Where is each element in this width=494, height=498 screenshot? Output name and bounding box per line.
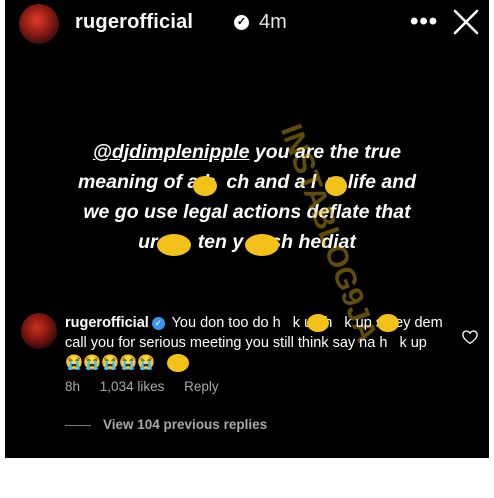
mention-link[interactable]: @djdimplenipple — [93, 141, 250, 163]
replies-divider — [65, 424, 91, 426]
story-username[interactable]: rugerofficial — [75, 11, 193, 34]
censor-blob — [245, 234, 279, 256]
censor-blob — [157, 234, 191, 256]
comment-item: rugerofficial✓ You don too do h k up h k… — [5, 307, 489, 427]
story-line-3: we go use legal actions deflate that — [83, 201, 411, 223]
comment-avatar[interactable] — [21, 313, 57, 349]
comment-likes[interactable]: 1,034 likes — [100, 379, 165, 394]
verified-badge-icon: ✓ — [151, 316, 165, 330]
censor-blob — [307, 314, 329, 332]
censor-blob — [325, 176, 347, 196]
comment-meta: 8h 1,034 likes Reply — [65, 379, 235, 394]
reply-button[interactable]: Reply — [184, 379, 219, 394]
comment-username[interactable]: rugerofficial — [65, 315, 149, 331]
verified-badge-icon: ✓ — [234, 15, 249, 30]
more-options-icon[interactable]: ••• — [410, 8, 438, 36]
view-replies-label[interactable]: View 104 previous replies — [103, 417, 267, 432]
story-line-1-rest: you are the true — [249, 141, 402, 163]
view-previous-replies[interactable]: View 104 previous replies — [65, 417, 267, 432]
censor-blob — [167, 354, 189, 372]
censor-blob — [377, 314, 399, 332]
heart-icon[interactable] — [461, 328, 479, 346]
close-icon[interactable] — [453, 9, 479, 35]
story-frame: rugerofficial ✓ 4m ••• @djdimplenipple y… — [5, 0, 489, 458]
story-line-1: @djdimplenipple you are the true — [25, 137, 469, 167]
comment-time: 8h — [65, 379, 81, 394]
censor-blob — [193, 176, 217, 196]
story-header: rugerofficial ✓ 4m ••• — [5, 0, 489, 48]
story-line-2: meaning of a b ch and a l w life and — [77, 171, 417, 193]
profile-avatar[interactable] — [19, 4, 59, 44]
story-time: 4m — [259, 11, 287, 33]
